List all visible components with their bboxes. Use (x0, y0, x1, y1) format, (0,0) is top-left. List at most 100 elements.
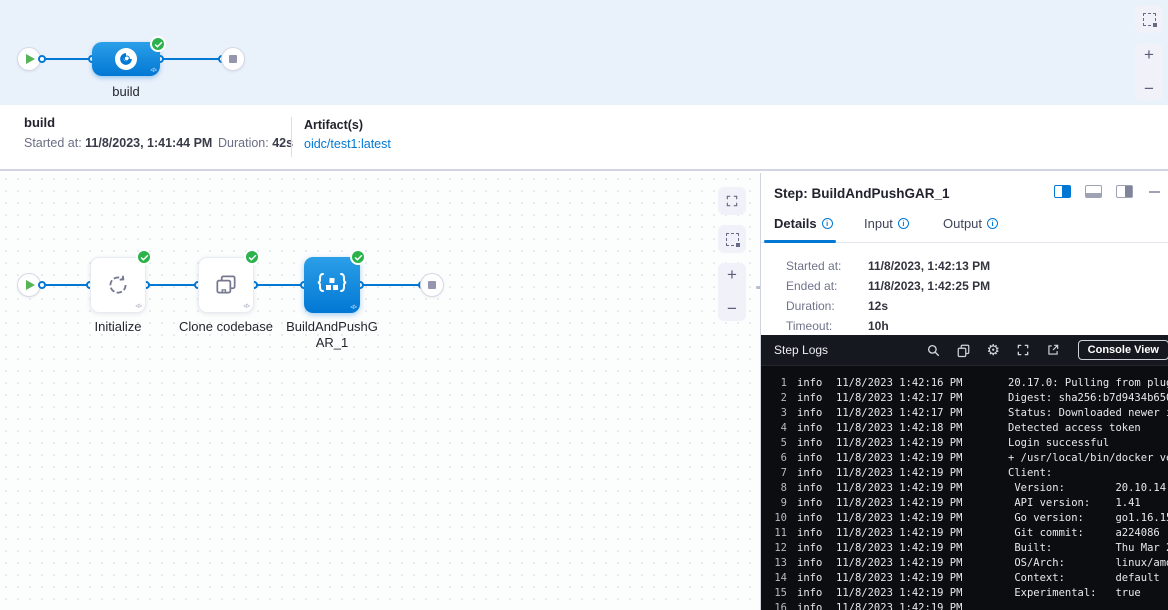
divider (291, 117, 292, 157)
log-line-number: 14 (769, 571, 787, 586)
log-timestamp: 11/8/2023 1:42:19 PM (836, 511, 982, 526)
tab-label: Input (864, 216, 893, 231)
log-level: info (797, 421, 824, 436)
detail-value: 11/8/2023, 1:42:25 PM (868, 279, 990, 293)
zoom-controls: + − (718, 263, 746, 321)
tab-details[interactable]: Details i (774, 216, 833, 231)
log-message: Version: 20.10.14 (1008, 481, 1166, 496)
info-icon: i (987, 218, 998, 229)
log-line-number: 5 (769, 436, 787, 451)
log-level: info (797, 481, 824, 496)
log-line-number: 7 (769, 466, 787, 481)
artifact-link[interactable]: oidc/test1:latest (304, 137, 391, 151)
log-message: Experimental: true (1008, 586, 1141, 601)
node-build-and-push-gar[interactable]: </> (304, 257, 360, 313)
step-panel-title: Step: BuildAndPushGAR_1 (774, 186, 950, 201)
log-timestamp: 11/8/2023 1:42:19 PM (836, 556, 982, 571)
stage-label: build (86, 84, 166, 99)
log-line-number: 16 (769, 601, 787, 610)
log-timestamp: 11/8/2023 1:42:19 PM (836, 451, 982, 466)
log-line: 2 info 11/8/2023 1:42:17 PM Digest: sha2… (761, 391, 1168, 406)
node-label: Clone codebase (166, 319, 286, 334)
edge-build-to-end (158, 58, 224, 60)
search-icon[interactable] (925, 342, 942, 359)
tab-input[interactable]: Input i (864, 216, 909, 231)
log-line: 4 info 11/8/2023 1:42:18 PM Detected acc… (761, 421, 1168, 436)
graph-end-node[interactable] (420, 273, 444, 297)
log-message: + /usr/local/bin/docker version (1008, 451, 1168, 466)
tab-label: Details (774, 216, 817, 231)
log-message: API version: 1.41 (1008, 496, 1141, 511)
log-timestamp: 11/8/2023 1:42:19 PM (836, 586, 982, 601)
play-icon (26, 280, 35, 290)
log-message: Git commit: a224086 (1008, 526, 1160, 541)
copy-icon[interactable] (955, 342, 972, 359)
gar-icon (315, 270, 349, 300)
execution-graph-canvas[interactable]: </> </> </> Initialize Clone codebase Bu… (0, 173, 760, 610)
log-message: Detected access token (1008, 421, 1141, 436)
sync-icon (105, 272, 131, 298)
code-glyph: </> (150, 68, 156, 74)
detail-value: 10h (868, 319, 889, 333)
minimize-panel-button[interactable] (1149, 191, 1160, 193)
detail-label: Duration: (786, 299, 868, 313)
edge (254, 284, 304, 286)
settings-gear-icon[interactable]: ⚙ (985, 342, 1002, 359)
log-message: 20.17.0: Pulling from plugins/gar (1008, 376, 1168, 391)
layout-overlay-icon[interactable] (1116, 185, 1133, 198)
log-line-number: 6 (769, 451, 787, 466)
console-view-button[interactable]: Console View (1078, 340, 1168, 360)
marquee-icon (1143, 13, 1156, 26)
log-level: info (797, 406, 824, 421)
log-level: info (797, 571, 824, 586)
stage-title: build (24, 115, 55, 130)
log-level: info (797, 496, 824, 511)
console-title: Step Logs (774, 343, 828, 357)
detail-row: Ended at: 11/8/2023, 1:42:25 PM (786, 276, 990, 296)
log-line-number: 8 (769, 481, 787, 496)
pipeline-end-node[interactable] (221, 47, 245, 71)
log-line-number: 12 (769, 541, 787, 556)
node-initialize[interactable]: </> (90, 257, 146, 313)
log-message: Login successful (1008, 436, 1109, 451)
fit-selection-button[interactable] (1135, 5, 1163, 33)
log-level: info (797, 451, 824, 466)
layout-right-icon[interactable] (1054, 185, 1071, 198)
started-at: Started at: 11/8/2023, 1:41:44 PM (24, 136, 212, 150)
fit-selection-button[interactable] (718, 225, 746, 253)
node-clone-codebase[interactable]: </> (198, 257, 254, 313)
stop-icon (229, 55, 237, 63)
log-line-number: 2 (769, 391, 787, 406)
edge (146, 284, 198, 286)
duration-value: 42s (272, 136, 293, 150)
log-line: 13 info 11/8/2023 1:42:19 PM OS/Arch: li… (761, 556, 1168, 571)
port (38, 281, 46, 289)
ci-stage-icon (115, 48, 137, 70)
tab-output[interactable]: Output i (943, 216, 998, 231)
log-timestamp: 11/8/2023 1:42:16 PM (836, 376, 982, 391)
fullscreen-icon[interactable] (1015, 342, 1032, 359)
zoom-out-button[interactable]: − (727, 302, 737, 316)
log-line: 3 info 11/8/2023 1:42:17 PM Status: Down… (761, 406, 1168, 421)
fullscreen-button[interactable] (718, 187, 746, 215)
started-at-label: Started at: (24, 136, 82, 150)
stage-info-bar: build Started at: 11/8/2023, 1:41:44 PM … (0, 105, 1168, 171)
layout-bottom-icon[interactable] (1085, 185, 1102, 198)
open-external-icon[interactable] (1045, 342, 1062, 359)
detail-row: Started at: 11/8/2023, 1:42:13 PM (786, 256, 990, 276)
log-line-number: 1 (769, 376, 787, 391)
log-message: Built: Thu Mar 24 01:45 (1008, 541, 1168, 556)
zoom-out-button[interactable]: − (1144, 82, 1154, 96)
log-line: 11 info 11/8/2023 1:42:19 PM Git commit:… (761, 526, 1168, 541)
log-line-number: 10 (769, 511, 787, 526)
log-timestamp: 11/8/2023 1:42:19 PM (836, 466, 982, 481)
log-message: OS/Arch: linux/amd64 (1008, 556, 1168, 571)
log-line: 1 info 11/8/2023 1:42:16 PM 20.17.0: Pul… (761, 376, 1168, 391)
node-label: BuildAndPushGAR_1 (284, 319, 380, 351)
artifacts-label: Artifact(s) (304, 118, 363, 132)
log-line-number: 4 (769, 421, 787, 436)
log-line: 15 info 11/8/2023 1:42:19 PM Experimenta… (761, 586, 1168, 601)
log-message: Go version: go1.16.15 (1008, 511, 1168, 526)
zoom-in-button[interactable]: + (727, 268, 737, 282)
zoom-in-button[interactable]: + (1144, 48, 1154, 62)
